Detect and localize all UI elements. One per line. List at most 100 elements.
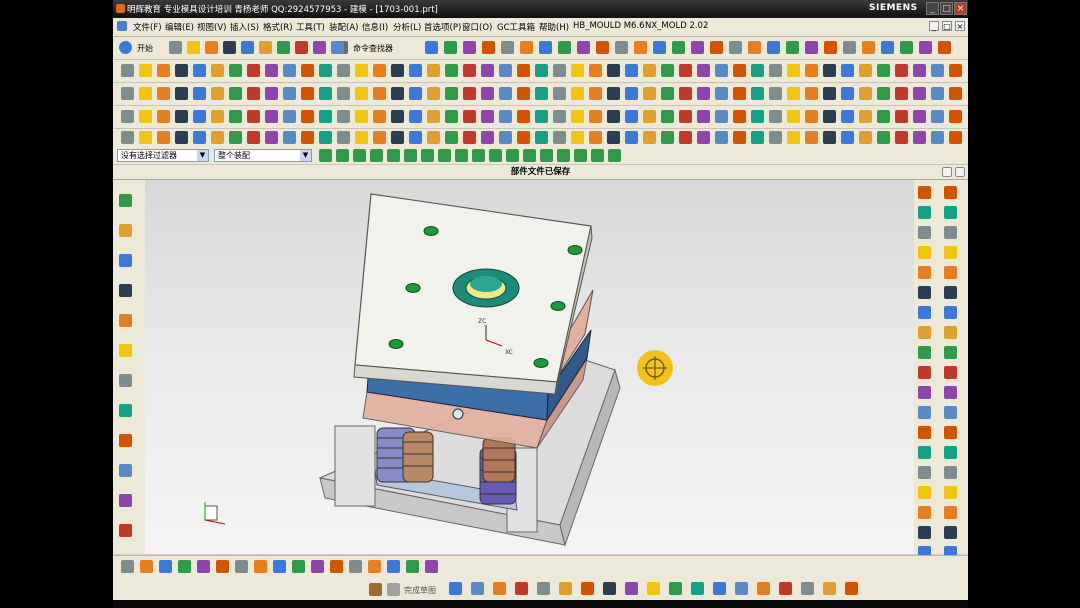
pattern-icon[interactable] [679,87,692,100]
split-icon[interactable] [715,87,728,100]
csys-icon[interactable] [391,131,404,144]
offset-icon[interactable] [355,64,368,77]
minimize-button[interactable]: _ [926,2,939,15]
parting-manager-icon[interactable] [918,346,931,359]
selection-priority-icon[interactable] [311,560,324,573]
auto-constrain-icon[interactable] [779,582,792,595]
shell-icon[interactable] [337,64,350,77]
shrink-icon[interactable] [643,131,656,144]
select-feature-icon[interactable] [349,560,362,573]
render-style-icon[interactable] [425,41,438,54]
mold-wizard-icon[interactable] [823,131,836,144]
patch-icon[interactable] [481,131,494,144]
menu-help[interactable]: 帮助(H) [539,21,569,33]
mold-wizard-icon[interactable] [589,131,602,144]
select-face-icon[interactable] [140,560,153,573]
shaded-icon[interactable] [444,41,457,54]
pan-icon[interactable] [843,41,856,54]
bom-icon[interactable] [769,110,782,123]
standard-icon[interactable] [535,131,548,144]
roles-icon[interactable] [119,464,132,477]
measure-icon[interactable] [862,41,875,54]
delete-file-icon[interactable] [944,426,957,439]
layout-icon[interactable] [445,131,458,144]
undo-icon[interactable] [277,41,290,54]
shrink-icon[interactable] [409,131,422,144]
mold-tool-icon[interactable] [697,87,710,100]
revolve-icon[interactable] [157,64,170,77]
open-file-icon[interactable] [331,41,344,54]
quadrant-icon[interactable] [438,149,451,162]
extrude-icon[interactable] [787,64,800,77]
block-icon[interactable] [535,64,548,77]
sphere-icon[interactable] [913,64,926,77]
block-icon[interactable] [211,64,224,77]
filter-icon[interactable] [506,149,519,162]
fit-icon[interactable] [501,41,514,54]
hd3d-tools-icon[interactable] [119,314,132,327]
bill-of-materials-icon[interactable] [944,326,957,339]
paste-icon[interactable] [259,41,272,54]
plane-icon[interactable] [273,560,286,573]
menu-assemblies[interactable]: 装配(A) [329,21,358,33]
view-select-icon[interactable] [523,149,536,162]
electrode-icon[interactable] [949,110,962,123]
arc-icon[interactable] [653,41,666,54]
parting-tools-icon[interactable] [499,131,512,144]
project-init-icon[interactable] [918,466,931,479]
assembly-navigator-icon[interactable] [119,194,132,207]
runner-icon[interactable] [139,110,152,123]
electrode-icon[interactable] [944,526,957,539]
copy-icon[interactable] [241,41,254,54]
patch-icon[interactable] [715,131,728,144]
cylinder-icon[interactable] [877,64,890,77]
family-icon[interactable] [463,131,476,144]
csys-icon[interactable] [157,131,170,144]
new-file-icon[interactable] [313,41,326,54]
mold-base-icon[interactable] [751,131,764,144]
patch-surface-icon[interactable] [193,87,206,100]
fit-icon[interactable] [748,41,761,54]
sew-icon[interactable] [715,64,728,77]
region-icon[interactable] [751,87,764,100]
boss-icon[interactable] [841,64,854,77]
snap-icon[interactable] [319,149,332,162]
lifter-icon[interactable] [679,110,692,123]
shrinkage-icon[interactable] [918,246,931,259]
runner-icon[interactable] [944,226,957,239]
chamfer-icon[interactable] [319,64,332,77]
tube-icon[interactable] [931,64,944,77]
shell-icon[interactable] [661,64,674,77]
tube-icon[interactable] [283,64,296,77]
analysis-icon[interactable] [337,110,350,123]
unite-icon[interactable] [571,87,584,100]
hole-icon[interactable] [499,64,512,77]
trim-mold-icon[interactable] [944,286,957,299]
delete-face-icon[interactable] [643,87,656,100]
sketch-icon[interactable] [445,64,458,77]
runner-icon[interactable] [944,486,957,499]
layout-icon[interactable] [913,131,926,144]
standard-part-icon[interactable] [733,110,746,123]
workpiece-icon[interactable] [193,131,206,144]
insert-icon[interactable] [463,110,476,123]
slider-icon[interactable] [661,110,674,123]
pan-icon[interactable] [596,41,609,54]
sketch-icon[interactable] [769,64,782,77]
init-project-icon[interactable] [373,131,386,144]
project-init-icon[interactable] [918,206,931,219]
mirror-icon[interactable] [373,87,386,100]
gate-icon[interactable] [121,110,134,123]
sew-icon[interactable] [391,64,404,77]
history-icon[interactable] [119,374,132,387]
slider-icon[interactable] [895,110,908,123]
electrode-icon[interactable] [715,110,728,123]
shrinkage-icon[interactable] [918,506,931,519]
color-icon[interactable] [729,41,742,54]
mirror-curve-icon[interactable] [713,582,726,595]
trim-icon[interactable] [373,64,386,77]
sphere-icon[interactable] [589,64,602,77]
command-finder-label[interactable]: 命令查找器 [353,43,393,54]
menu-analysis[interactable]: 分析(L) [393,21,421,33]
insert-icon[interactable] [931,110,944,123]
